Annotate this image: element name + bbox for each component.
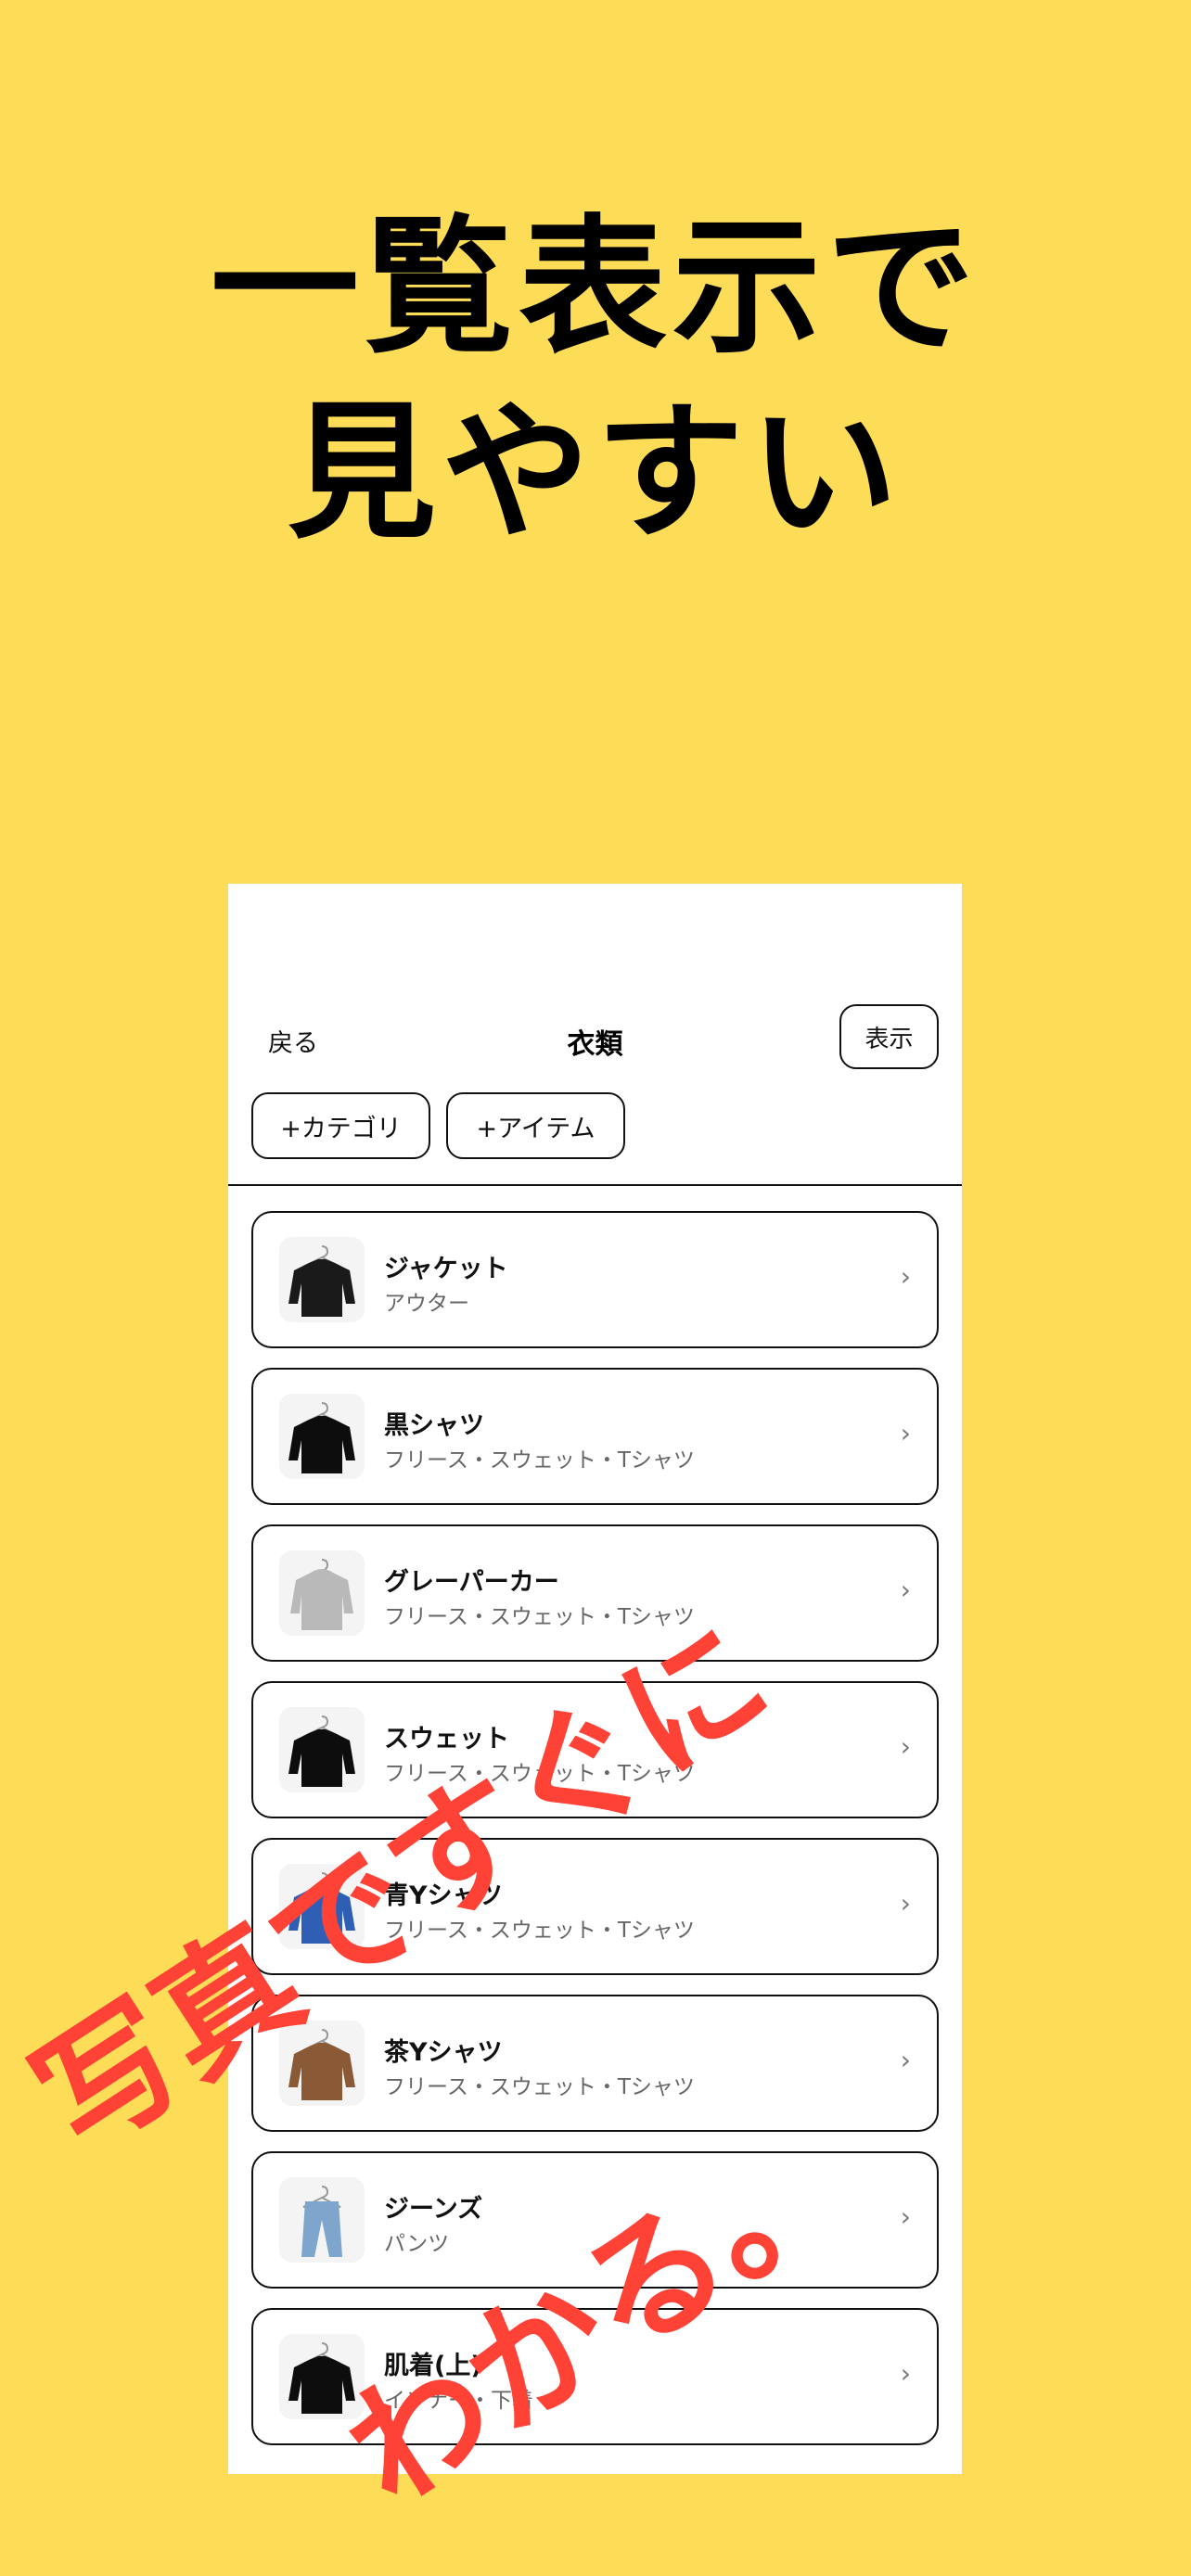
chevron-right-icon: › (900, 2201, 911, 2232)
list-item[interactable]: グレーパーカーフリース・スウェット・Tシャツ › (251, 1524, 939, 1662)
back-button[interactable]: 戻る (268, 1023, 318, 1059)
puffer-jacket-icon (279, 1237, 365, 1322)
sweatshirt-icon (279, 1707, 365, 1792)
list-item[interactable]: ジャケットアウター › (251, 1211, 939, 1348)
phone-screen: 戻る 衣類 表示 +カテゴリ +アイテム ジャケット アウター › 黒シャツ フリース・… (228, 884, 962, 2474)
headline: 一覧表示で 見やすい (0, 195, 1191, 566)
item-name: グレーパーカー (384, 1568, 559, 1597)
headline-line1: 一覧表示で (210, 200, 980, 374)
item-category: フリース・スウェット・Tシャツ (384, 1448, 695, 1473)
list-item[interactable]: 黒シャツフリース・スウェット・Tシャツ › (251, 1368, 939, 1505)
gray-hoodie-icon (279, 1550, 365, 1636)
item-category: フリース・スウェット・Tシャツ (384, 1919, 695, 1943)
list-item[interactable]: ジーンズパンツ › (251, 2151, 939, 2289)
item-name: 肌着(上) (384, 2352, 482, 2380)
list-item[interactable]: 肌着(上) インナー・下着 › (251, 2308, 939, 2445)
chevron-right-icon: › (900, 1888, 911, 1919)
item-category: パンツ (384, 2232, 450, 2256)
add-item-button[interactable]: +アイテム (446, 1092, 625, 1159)
undershirt-icon (279, 2334, 365, 2419)
list-item[interactable]: 茶Yシャツフリース・スウェット・Tシャツ › (251, 1995, 939, 2132)
item-category: インナー・下着 (384, 2389, 533, 2413)
chevron-right-icon: › (900, 1261, 911, 1292)
item-name: ジーンズ (384, 2195, 483, 2224)
item-name: ジャケット (384, 1255, 508, 1283)
chevron-right-icon: › (900, 1418, 911, 1448)
item-category: フリース・スウェット・Tシャツ (384, 1605, 695, 1629)
chevron-right-icon: › (900, 2045, 911, 2075)
item-category: フリース・スウェット・Tシャツ (384, 1762, 695, 1786)
chevron-right-icon: › (900, 2358, 911, 2389)
display-button[interactable]: 表示 (839, 1004, 939, 1069)
action-chips: +カテゴリ +アイテム (251, 1092, 625, 1159)
list-item[interactable]: スウェットフリース・スウェット・Tシャツ › (251, 1681, 939, 1818)
jeans-icon (279, 2177, 365, 2263)
divider (228, 1184, 962, 1186)
item-category: アウター (384, 1292, 469, 1316)
add-category-button[interactable]: +カテゴリ (251, 1092, 430, 1159)
nav-bar: 戻る 衣類 表示 (228, 1004, 962, 1078)
chevron-right-icon: › (900, 1575, 911, 1605)
clothing-list: ジャケット アウター › 黒シャツ フリース・スウェット・Tシャツ › グレーパーカー フリー… (251, 1211, 939, 2465)
item-category: フリース・スウェット・Tシャツ (384, 2075, 695, 2099)
item-name: 青Yシャツ (384, 1881, 503, 1910)
black-shirt-icon (279, 1394, 365, 1479)
list-item[interactable]: 青Yシャツフリース・スウェット・Tシャツ › (251, 1838, 939, 1975)
item-name: スウェット (384, 1725, 509, 1753)
headline-line2: 見やすい (287, 386, 903, 559)
item-name: 黒シャツ (384, 1411, 484, 1440)
blue-shirt-icon (279, 1864, 365, 1949)
chevron-right-icon: › (900, 1731, 911, 1762)
brown-shirt-icon (279, 2021, 365, 2106)
item-name: 茶Yシャツ (384, 2038, 503, 2067)
